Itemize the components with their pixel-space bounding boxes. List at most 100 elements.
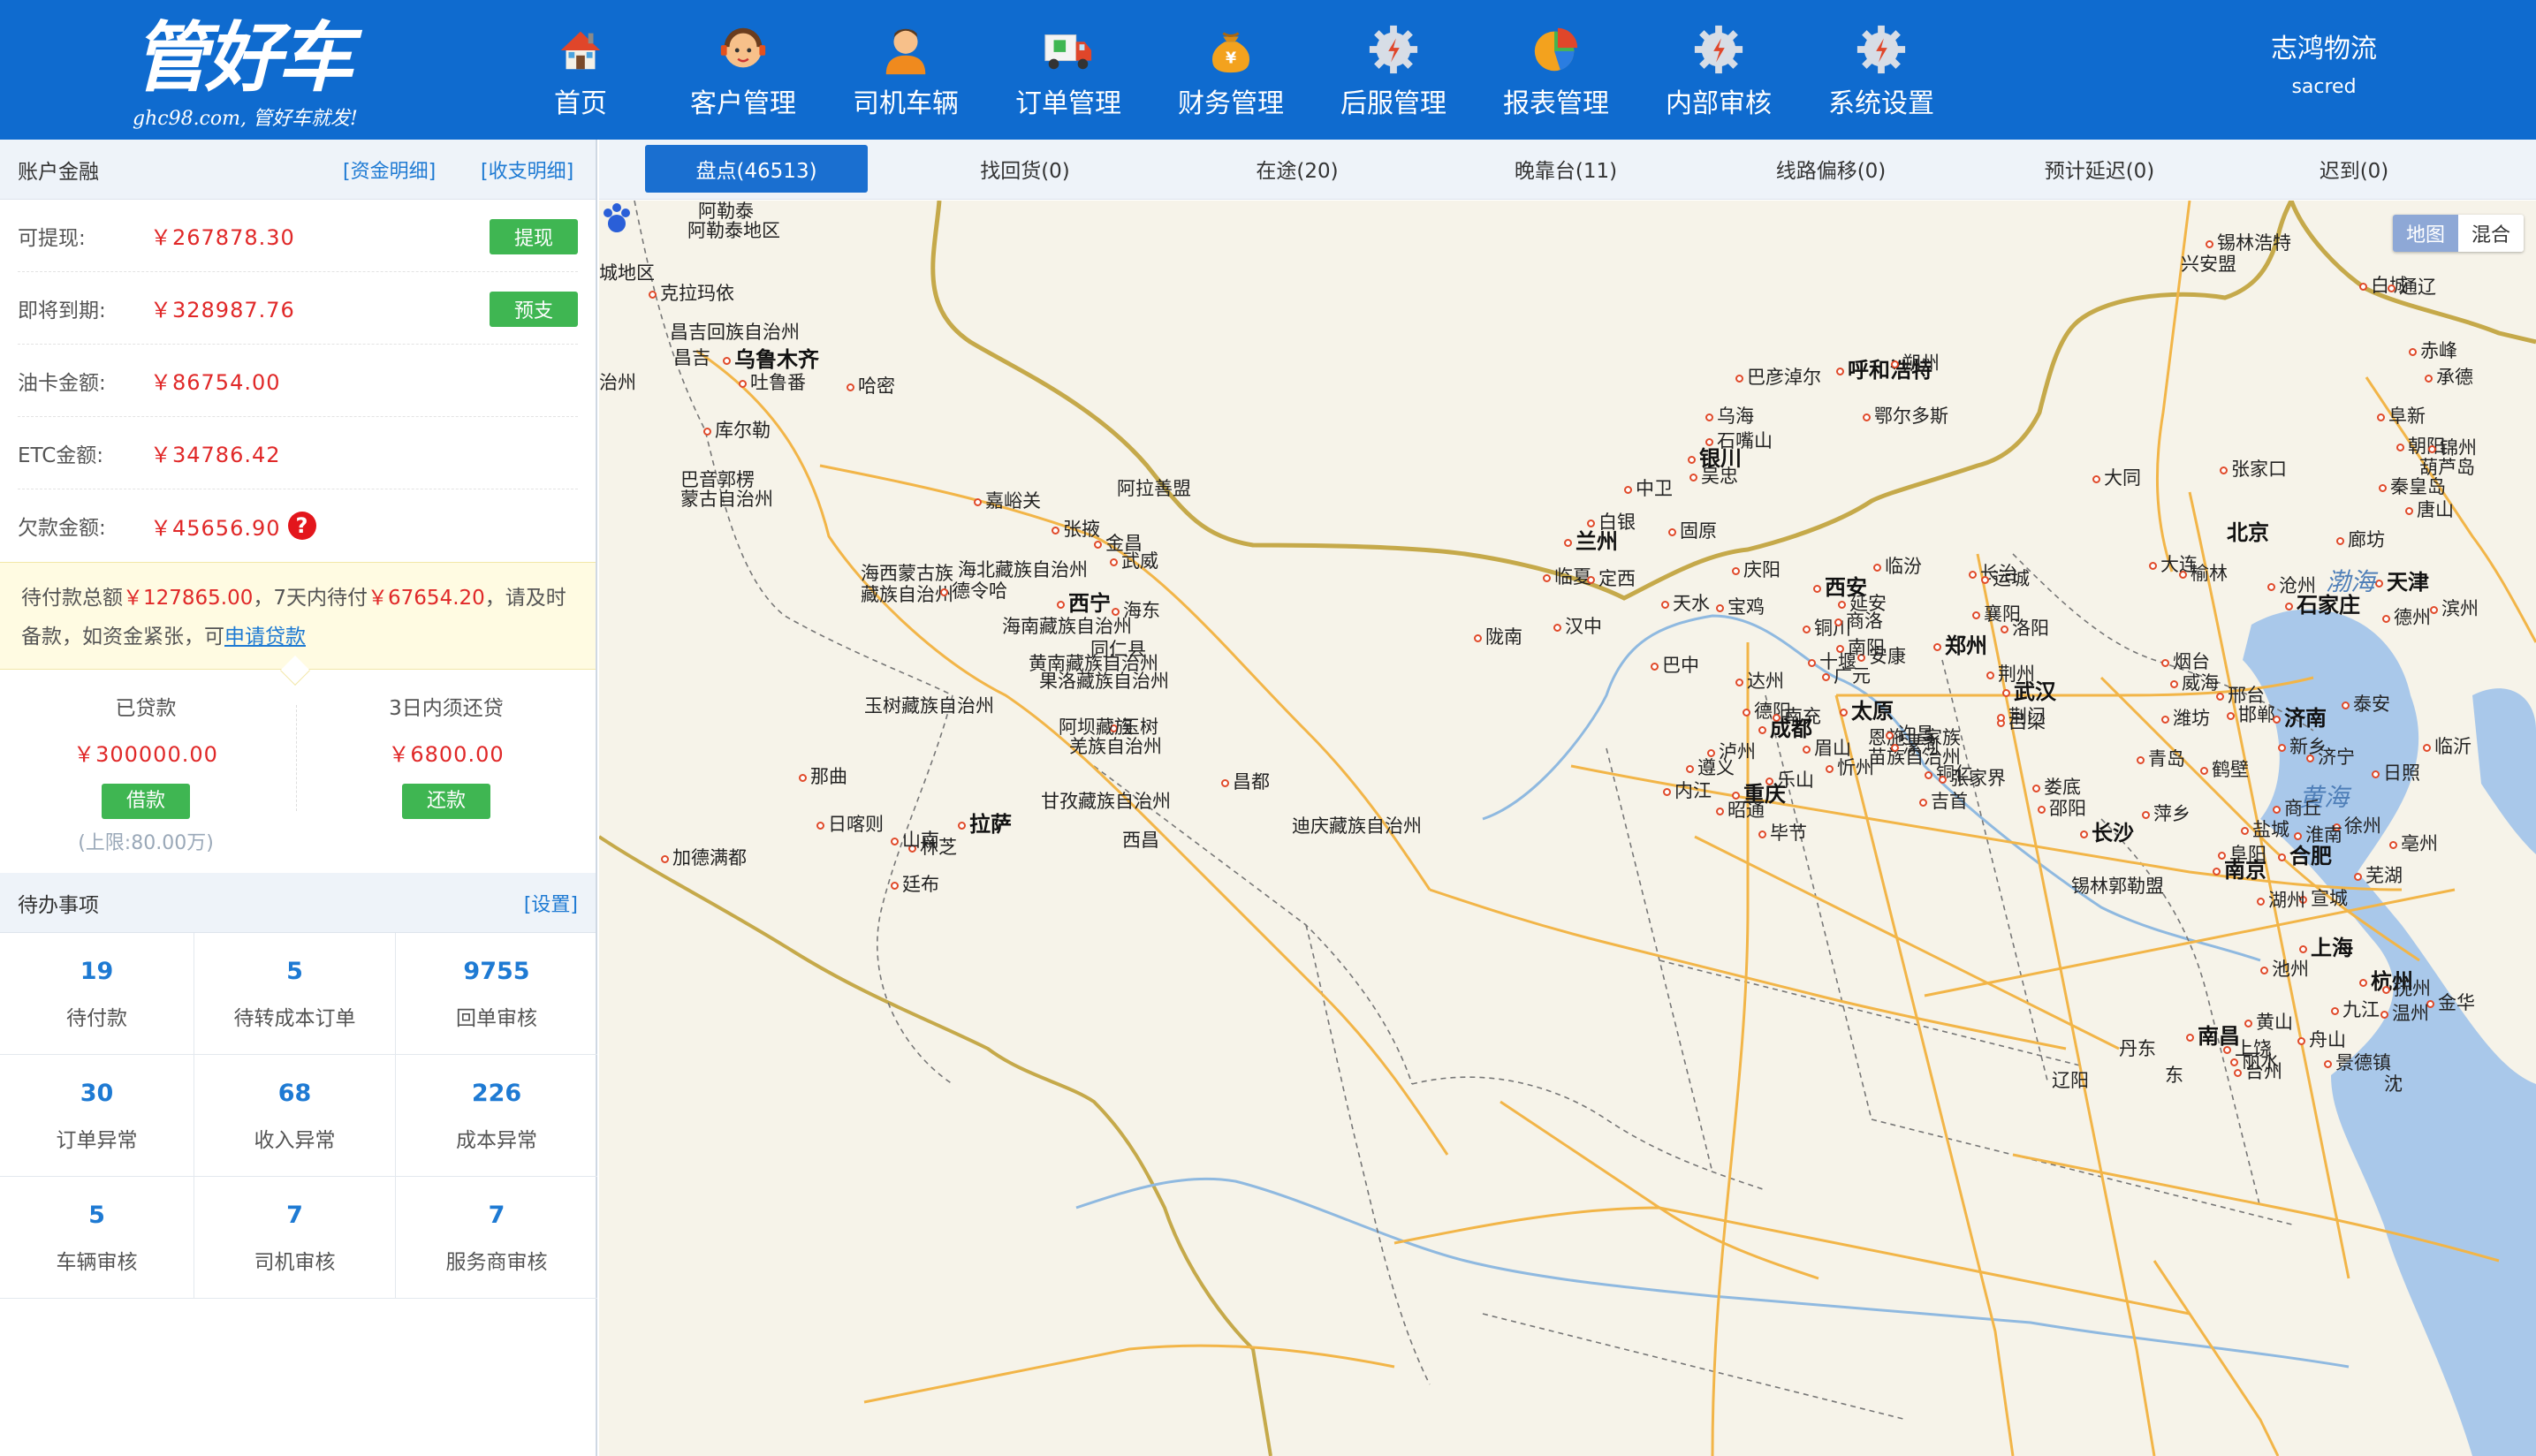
money-bag-icon: ¥	[1211, 32, 1250, 73]
income-detail-link[interactable]: [收支明细]	[481, 155, 573, 184]
advance-button[interactable]: 预支	[490, 292, 578, 327]
city-name: 漯河	[1902, 736, 1940, 757]
nav-system-settings[interactable]: 系统设置	[1800, 23, 1963, 120]
gear-icon	[1856, 25, 1906, 74]
logo-text: 管好车	[133, 14, 353, 102]
todo-item-pending-payment[interactable]: 19 待付款	[0, 933, 194, 1055]
tab-inventory[interactable]: 盘点(46513)	[645, 145, 868, 193]
city-name: 抚州	[2394, 978, 2431, 999]
nav-internal-review[interactable]: 内部审核	[1637, 23, 1800, 120]
city-name: 陇南	[1485, 626, 1522, 648]
tab-route-deviation[interactable]: 线路偏移(0)	[1739, 145, 1923, 193]
apply-loan-link[interactable]: 申请贷款	[224, 626, 306, 648]
city-dot-icon	[1840, 708, 1848, 717]
gear-icon	[1694, 25, 1743, 74]
city-name: 萍乡	[2153, 803, 2191, 824]
tab-late[interactable]: 迟到(0)	[2282, 145, 2426, 193]
todo-item-vehicle-review[interactable]: 5 车辆审核	[0, 1177, 194, 1299]
help-icon[interactable]: ?	[287, 512, 316, 540]
user-info[interactable]: 志鸿物流 sacred	[2227, 27, 2421, 98]
svg-text:¥: ¥	[1226, 49, 1236, 67]
todo-settings-link[interactable]: [设置]	[524, 889, 578, 917]
todo-item-order-exception[interactable]: 30 订单异常	[0, 1055, 194, 1177]
todo-item-pending-cost-order[interactable]: 5 待转成本订单	[194, 933, 396, 1055]
map-city-label: 那曲	[799, 766, 847, 787]
nav-report[interactable]: 报表管理	[1475, 23, 1637, 120]
map-city-label: 拉萨	[958, 814, 1012, 835]
city-name: 承德	[2436, 367, 2473, 388]
city-dot-icon	[891, 837, 899, 846]
status-tabs: 盘点(46513) 找回货(0) 在途(20) 晚靠台(11) 线路偏移(0) …	[599, 140, 2536, 200]
todo-count: 30	[80, 1080, 114, 1107]
withdraw-button[interactable]: 提现	[490, 219, 578, 254]
todo-item-provider-review[interactable]: 7 服务商审核	[396, 1177, 597, 1299]
city-name: 秦皇岛	[2390, 476, 2446, 497]
nav-after-service[interactable]: 后服管理	[1312, 23, 1475, 120]
map-city-label: 威海	[2170, 672, 2219, 694]
nav-order[interactable]: 订单管理	[987, 23, 1150, 120]
account-value: ￥328987.76	[150, 298, 295, 322]
city-name: 临沂	[2434, 736, 2471, 757]
map-city-label: 汉中	[1553, 616, 1602, 637]
map-city-label: 葫芦岛	[2419, 457, 2475, 478]
map-city-label: 果洛藏族自治州	[1039, 671, 1169, 692]
map-city-label: 漯河	[1891, 736, 1940, 757]
nav-home[interactable]: 首页	[499, 23, 662, 120]
city-name: 黄山	[2256, 1012, 2293, 1033]
city-dot-icon	[1543, 573, 1551, 582]
repay-button[interactable]: 还款	[402, 784, 490, 819]
city-name: 太原	[1851, 699, 1894, 724]
city-dot-icon	[2375, 579, 2383, 588]
city-name: 襄阳	[1984, 603, 2021, 625]
map-city-label: 昭通	[1716, 800, 1765, 821]
city-name: 临汾	[1885, 556, 1922, 577]
logo[interactable]: 管好车 ghc98.com, 管好车就发!	[133, 14, 398, 130]
map-city-label: 海北藏族自治州	[958, 559, 1088, 580]
tab-late-docking[interactable]: 晚靠台(11)	[1474, 145, 1658, 193]
city-name: 九江	[2342, 999, 2380, 1020]
hybrid-mode-button[interactable]: 混合	[2458, 215, 2524, 252]
nav-customer[interactable]: 客户管理	[662, 23, 824, 120]
map-city-label: 青岛	[2137, 748, 2185, 770]
city-dot-icon	[1997, 713, 2005, 722]
tab-return-cargo[interactable]: 找回货(0)	[933, 145, 1117, 193]
city-dot-icon	[2161, 715, 2169, 724]
account-value: ￥267878.30	[150, 225, 295, 250]
city-name: 威海	[2182, 672, 2219, 694]
todo-item-income-exception[interactable]: 68 收入异常	[194, 1055, 396, 1177]
city-name: 济宁	[2318, 747, 2355, 768]
nav-label: 司机车辆	[853, 88, 959, 119]
city-name: 忻州	[1837, 757, 1874, 778]
funds-detail-link[interactable]: [资金明细]	[343, 155, 436, 184]
map-city-label: 鹤壁	[2200, 759, 2249, 780]
todo-item-receipt-review[interactable]: 9755 回单审核	[396, 933, 597, 1055]
city-dot-icon	[2267, 582, 2275, 591]
map-city-label: 台州	[2234, 1061, 2282, 1082]
todo-label: 司机审核	[254, 1251, 336, 1274]
borrow-button[interactable]: 借款	[102, 784, 190, 819]
city-name: 锦州	[2440, 437, 2477, 459]
city-dot-icon	[1668, 527, 1676, 536]
map-city-label: 羌族自治州	[1069, 736, 1162, 757]
city-name: 张家口	[2231, 459, 2287, 480]
city-name: 治州	[599, 372, 636, 393]
city-dot-icon	[2297, 1036, 2305, 1045]
account-title: 账户金融	[18, 160, 99, 184]
nav-finance[interactable]: ¥ 财务管理	[1150, 23, 1312, 120]
tab-expected-delay[interactable]: 预计延迟(0)	[2008, 145, 2191, 193]
todo-item-driver-review[interactable]: 7 司机审核	[194, 1177, 396, 1299]
pie-chart-icon	[1534, 27, 1578, 72]
tab-in-transit[interactable]: 在途(20)	[1205, 145, 1389, 193]
city-dot-icon	[1564, 538, 1572, 547]
todo-item-cost-exception[interactable]: 226 成本异常	[396, 1055, 597, 1177]
city-name: 昭通	[1727, 800, 1765, 821]
city-dot-icon	[2423, 743, 2431, 752]
todo-grid: 19 待付款 5 待转成本订单 9755 回单审核 30 订单异常 68 收入异…	[0, 933, 597, 1299]
city-name: 朔州	[1902, 353, 1940, 374]
city-dot-icon	[2149, 561, 2157, 570]
nav-driver[interactable]: 司机车辆	[824, 23, 987, 120]
todo-count: 7	[488, 1202, 505, 1229]
map-view[interactable]: 阿勒泰 阿勒泰地区 城地区 克拉玛依 昌吉回族自治州 昌吉 乌鲁木齐 吐鲁番 哈密 治州 库尔勒 巴音…	[599, 201, 2536, 1456]
city-dot-icon	[2220, 466, 2228, 474]
map-mode-button[interactable]: 地图	[2393, 215, 2458, 252]
